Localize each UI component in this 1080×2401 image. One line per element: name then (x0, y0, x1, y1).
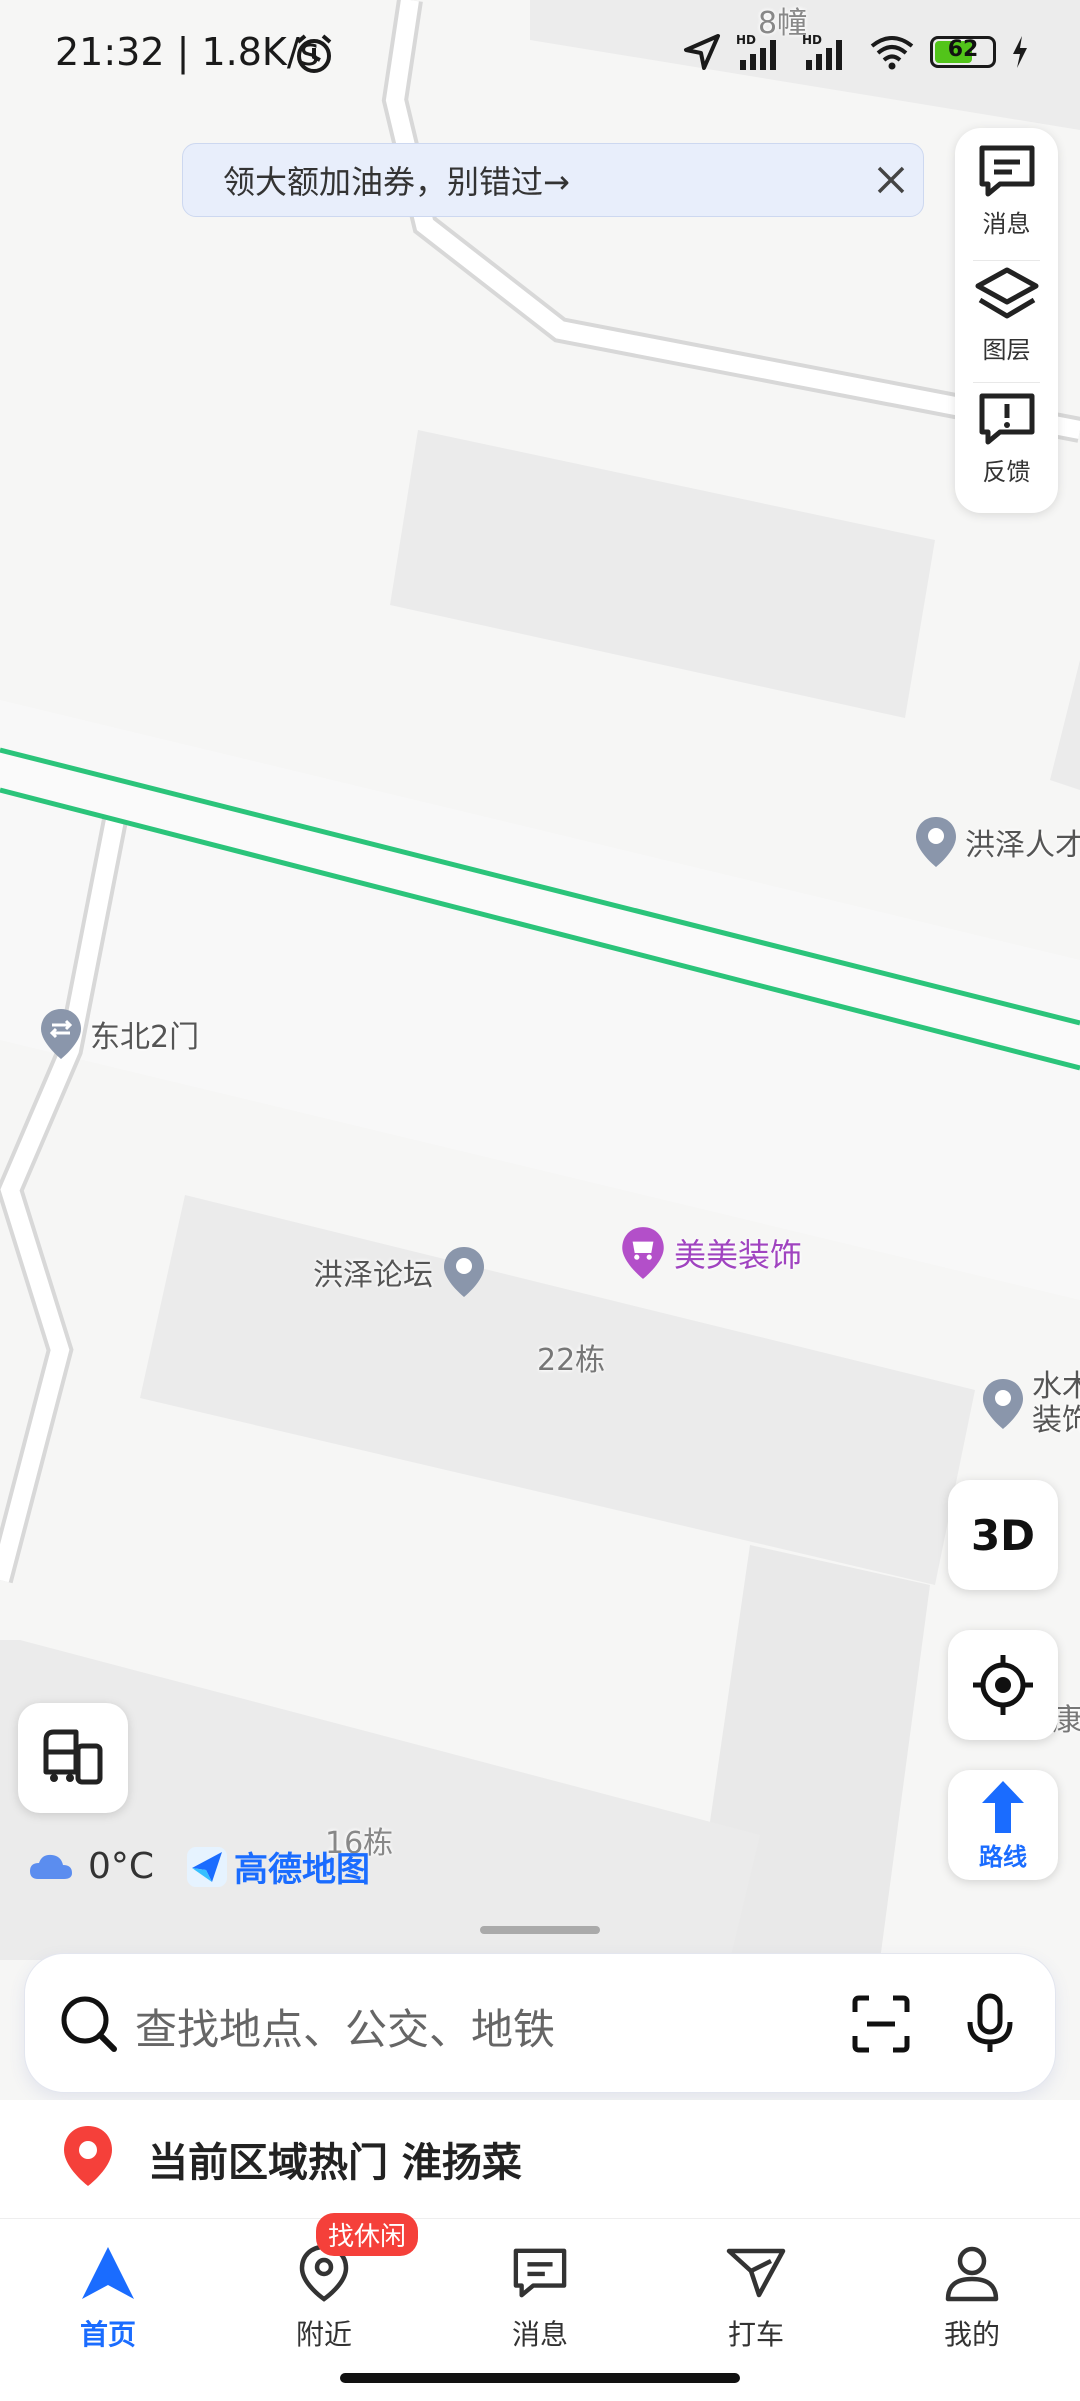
route-label: 路线 (979, 1842, 1027, 1871)
shop-pin-icon (622, 1227, 664, 1279)
signal-hd-icon: HD (736, 33, 776, 70)
promo-banner[interactable]: 领大额加油券，别错过→ (182, 143, 924, 217)
hot-text: 当前区域热门 淮扬菜 (148, 2140, 522, 2186)
tab-taxi[interactable]: 打车 (648, 2219, 864, 2359)
poi-label: 洪泽人才 (965, 828, 1080, 863)
poi-label: 水木 (1032, 1369, 1080, 1404)
weather-widget[interactable]: 0°C 高德地图 (28, 1842, 370, 1891)
tool-label: 图层 (982, 336, 1031, 364)
wifi-icon (870, 36, 914, 70)
poi-label: 东北2门 (90, 1020, 200, 1055)
battery-level: 62 (947, 37, 979, 62)
map-tool-panel: 消息 图层 反馈 (955, 128, 1058, 513)
route-arrow-icon (982, 1780, 1024, 1833)
hot-recommendation[interactable]: 当前区域热门 淮扬菜 (0, 2100, 1080, 2220)
amap-logo-text: 高德地图 (234, 1850, 371, 1890)
close-icon (877, 166, 905, 194)
tab-nearby[interactable]: 附近 找休闲 (216, 2213, 432, 2359)
scan-icon[interactable] (851, 1994, 911, 2054)
toggle-3d-label: 3D (970, 1510, 1036, 1560)
poi-label: 美美装饰 (674, 1236, 803, 1274)
feedback-icon (979, 393, 1034, 445)
tab-label: 附近 (295, 2318, 352, 2351)
promo-close-button[interactable] (859, 148, 923, 212)
map-pin-icon (916, 817, 956, 867)
microphone-icon[interactable] (963, 1992, 1017, 2056)
tab-label: 我的 (943, 2318, 1000, 2351)
weather-temp: 0°C (88, 1846, 155, 1887)
battery-icon: 62 (930, 36, 996, 68)
tool-layers-button[interactable]: 图层 (955, 266, 1058, 386)
signal-hd-icon: HD (802, 33, 842, 70)
search-input[interactable]: 查找地点、公交、地铁 (135, 1996, 555, 2057)
toggle-3d-button[interactable]: 3D (948, 1480, 1058, 1590)
location-pin-icon (64, 2126, 112, 2186)
tab-label: 消息 (511, 2318, 568, 2351)
route-button[interactable]: 路线 (948, 1770, 1058, 1880)
message-icon (513, 2248, 567, 2298)
home-indicator[interactable] (340, 2373, 740, 2383)
sheet-grabber[interactable] (480, 1926, 600, 1934)
location-arrow-icon (684, 34, 720, 70)
poi-label: 洪泽论坛 (313, 1258, 433, 1293)
tab-profile[interactable]: 我的 (864, 2219, 1080, 2359)
search-icon (61, 1996, 117, 2052)
map-label-building-22: 22栋 (537, 1343, 606, 1378)
car-phone-icon (43, 1729, 103, 1785)
amap-logo: 高德地图 (186, 1842, 370, 1891)
crosshair-icon (973, 1655, 1033, 1715)
layers-icon (975, 267, 1038, 319)
alarm-icon (296, 34, 332, 73)
commute-button[interactable] (18, 1703, 128, 1813)
amap-logo-icon (187, 1846, 228, 1887)
poi-hongze-forum[interactable]: 洪泽论坛 (313, 1245, 487, 1299)
svg-text:HD: HD (736, 33, 756, 47)
promo-text[interactable]: 领大额加油券，别错过→ (223, 157, 859, 203)
navigation-arrow-icon (82, 2247, 134, 2299)
charging-icon (1013, 36, 1027, 68)
map-pin-icon (444, 1247, 484, 1297)
tool-messages-button[interactable]: 消息 (955, 142, 1058, 262)
tool-label: 反馈 (982, 458, 1031, 486)
taxi-icon (726, 2248, 786, 2298)
tab-label: 首页 (79, 2318, 136, 2351)
cloud-icon (30, 1854, 72, 1879)
status-time: 21:32 | 1.8K/s (55, 30, 320, 74)
locate-me-button[interactable] (948, 1630, 1058, 1740)
message-icon (979, 145, 1034, 197)
tab-home[interactable]: 首页 (0, 2219, 216, 2359)
status-icons: HD HD 62 (682, 30, 1030, 74)
map-pin-icon (983, 1379, 1023, 1429)
svg-text:HD: HD (802, 33, 822, 47)
nearby-badge: 找休闲 (316, 2213, 419, 2256)
profile-icon (945, 2246, 999, 2302)
poi-water-decor[interactable]: 水木 装饰 (980, 1370, 1080, 1438)
poi-label: 装饰 (1032, 1403, 1080, 1438)
tab-label: 打车 (727, 2318, 784, 2351)
poi-hongze-people[interactable]: 洪泽人才 (913, 815, 1080, 869)
poi-meimei-decor[interactable]: 美美装饰 (618, 1225, 802, 1281)
tool-label: 消息 (982, 210, 1031, 238)
gate-pin-icon (41, 1009, 81, 1059)
tool-feedback-button[interactable]: 反馈 (955, 390, 1058, 510)
status-bar: 21:32 | 1.8K/s HD HD 62 (0, 0, 1080, 110)
search-bar[interactable]: 查找地点、公交、地铁 (24, 1953, 1056, 2093)
poi-northeast-gate[interactable]: 东北2门 (38, 1007, 199, 1061)
tab-messages[interactable]: 消息 (432, 2219, 648, 2359)
